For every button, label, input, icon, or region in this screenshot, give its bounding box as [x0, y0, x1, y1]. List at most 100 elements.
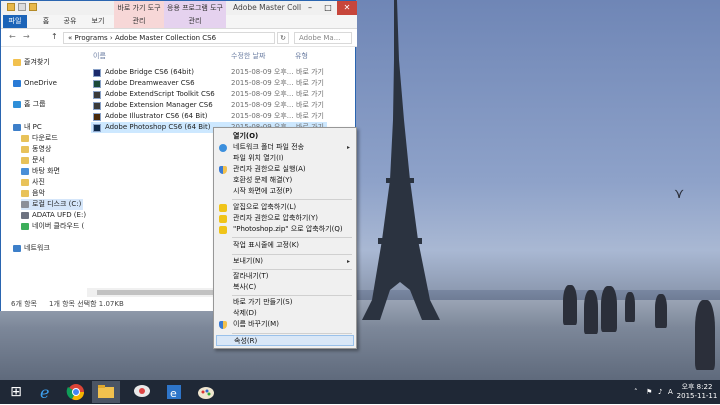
taskbar-chrome[interactable]	[62, 381, 90, 403]
file-name: Adobe Dreamweaver CS6	[105, 79, 195, 87]
tab-manage-shortcut[interactable]: 관리	[114, 15, 164, 28]
nav-item-label: 즐겨찾기	[24, 58, 50, 66]
address-bar-row: ← → ↑ « Programs › Adobe Master Collecti…	[1, 29, 357, 47]
speaker-icon[interactable]: ♪	[658, 380, 662, 404]
start-button[interactable]: ⊞	[4, 381, 28, 403]
file-date: 2015-08-09 오후...	[231, 101, 294, 109]
tab-manage-app[interactable]: 관리	[164, 15, 226, 28]
table-row[interactable]: Adobe ExtendScript Toolkit CS6 2015-08-09…	[91, 89, 327, 100]
forward-button[interactable]: →	[23, 32, 30, 41]
nav-item-label: 로컬 디스크 (C:)	[32, 200, 82, 208]
wallpaper-person	[584, 290, 598, 334]
tray-show-hidden-icons[interactable]: ˄	[634, 380, 638, 404]
taskbar-internet-explorer[interactable]: e	[32, 381, 60, 403]
nav-item-network[interactable]: 네트워크	[13, 243, 50, 254]
chrome-icon	[66, 384, 85, 401]
nav-item-pictures[interactable]: 사진	[21, 177, 45, 188]
file-type: 바로 가기	[296, 101, 324, 109]
menu-item-label: 잘라내기(T)	[233, 272, 269, 280]
flag-icon[interactable]: ⚑	[646, 380, 652, 404]
up-button[interactable]: ↑	[51, 32, 58, 41]
tab-view[interactable]: 보기	[89, 15, 107, 28]
new-folder-icon[interactable]	[29, 3, 37, 11]
taskbar-file-explorer[interactable]	[92, 381, 120, 403]
nav-item-documents[interactable]: 문서	[21, 155, 45, 166]
menu-item-run-as-admin[interactable]: 관리자 권한으로 실행(A)	[216, 164, 354, 175]
menu-item-rename[interactable]: 이름 바꾸기(M)	[216, 319, 354, 330]
clock[interactable]: 오후 8:22 2015-11-11	[676, 383, 718, 401]
refresh-button[interactable]: ↻	[277, 32, 289, 44]
menu-item-delete[interactable]: 삭제(D)	[216, 308, 354, 319]
nav-item-downloads[interactable]: 다운로드	[21, 133, 58, 144]
tab-home[interactable]: 홈	[39, 15, 53, 28]
selection-info: 1개 항목 선택함 1.07KB	[49, 300, 124, 308]
window-title: Adobe Master Coll	[233, 3, 302, 12]
back-button[interactable]: ←	[9, 32, 16, 41]
search-input[interactable]: Adobe Ma...	[294, 32, 352, 44]
dreamweaver-app-icon	[93, 80, 101, 88]
nav-item-usb-drive[interactable]: ADATA UFD (E:)	[21, 210, 86, 221]
table-row[interactable]: Adobe Bridge CS6 (64bit) 2015-08-09 오후...…	[91, 67, 327, 78]
nav-item-desktop[interactable]: 바탕 화면	[21, 166, 60, 177]
menu-item-pin-to-taskbar[interactable]: 작업 표시줄에 고정(K)	[216, 240, 354, 251]
nav-item-label: 다운로드	[32, 134, 58, 142]
taskbar-alzip[interactable]: e	[160, 381, 188, 403]
breadcrumb[interactable]: « Programs › Adobe Master Collection CS6	[63, 32, 275, 44]
menu-item-label: 속성(R)	[234, 337, 258, 345]
menu-item-alzip-admin-compress[interactable]: 관리자 권한으로 압축하기(Y)	[216, 213, 354, 224]
close-icon: ✕	[343, 3, 351, 12]
nav-item-onedrive[interactable]: OneDrive	[13, 78, 57, 89]
context-menu: 열기(O) 네트워크 폴더 파일 전송 ▸ 파일 위치 열기(I) 관리자 권한으…	[213, 127, 357, 349]
nav-item-homegroup[interactable]: 홈 그룹	[13, 99, 46, 110]
menu-item-network-transfer[interactable]: 네트워크 폴더 파일 전송 ▸	[216, 142, 354, 153]
nav-item-favorites[interactable]: 즐겨찾기	[13, 57, 50, 68]
menu-item-label: 파일 위치 열기(I)	[233, 154, 284, 162]
ime-indicator[interactable]: A	[668, 380, 673, 404]
scrollbar-thumb[interactable]	[97, 290, 223, 295]
column-header-type[interactable]: 유형	[295, 51, 308, 61]
eiffel-tower-silhouette	[362, 0, 440, 320]
wallpaper-person	[695, 300, 715, 370]
bird-silhouette: ⋎	[674, 186, 685, 202]
nav-item-this-pc[interactable]: 내 PC	[13, 122, 42, 133]
column-header-date[interactable]: 수정한 날짜	[231, 51, 265, 61]
menu-item-send-to[interactable]: 보내기(N) ▸	[216, 256, 354, 267]
folder-icon[interactable]	[7, 3, 15, 11]
menu-item-create-shortcut[interactable]: 바로 가기 만들기(S)	[216, 297, 354, 308]
file-name: Adobe Photoshop CS6 (64 Bit)	[105, 123, 211, 131]
minimize-button[interactable]: –	[301, 1, 319, 15]
clock-date: 2015-11-11	[676, 392, 718, 400]
desktop-folder-icon	[21, 167, 29, 175]
menu-item-open[interactable]: 열기(O)	[216, 131, 354, 142]
properties-icon[interactable]	[18, 3, 26, 11]
menu-item-alzip-compress[interactable]: 알집으로 압축하기(L)	[216, 202, 354, 213]
extension-manager-app-icon	[93, 102, 101, 110]
menu-item-label: 열기(O)	[233, 132, 259, 140]
nav-item-music[interactable]: 음악	[21, 188, 45, 199]
tab-share[interactable]: 공유	[61, 15, 79, 28]
tab-file[interactable]: 파일	[3, 15, 27, 28]
menu-item-compress-to-zip[interactable]: "Photoshop.zip" 으로 압축하기(Q)	[216, 224, 354, 235]
nav-item-videos[interactable]: 동영상	[21, 144, 51, 155]
taskbar-paint[interactable]	[192, 381, 220, 403]
table-row[interactable]: Adobe Extension Manager CS6 2015-08-09 오후…	[91, 100, 327, 111]
menu-item-cut[interactable]: 잘라내기(T)	[216, 271, 354, 282]
navigation-pane: 즐겨찾기 OneDrive 홈 그룹 내 PC 다운로드 동영상 문서 바탕 화…	[1, 47, 86, 297]
nav-item-local-disk[interactable]: 로컬 디스크 (C:)	[21, 199, 83, 210]
menu-item-troubleshoot-compatibility[interactable]: 호환성 문제 해결(Y)	[216, 175, 354, 186]
illustrator-app-icon	[93, 113, 101, 121]
close-button[interactable]: ✕	[337, 1, 357, 15]
minimize-icon: –	[308, 3, 312, 12]
alzip-icon: e	[167, 385, 181, 400]
menu-item-properties[interactable]: 속성(R)	[216, 335, 354, 346]
menu-item-pin-to-start[interactable]: 시작 화면에 고정(P)	[216, 186, 354, 197]
menu-item-copy[interactable]: 복사(C)	[216, 282, 354, 293]
table-row[interactable]: Adobe Dreamweaver CS6 2015-08-09 오후... 바로 …	[91, 78, 327, 89]
taskbar-messenger[interactable]	[128, 381, 156, 403]
menu-item-open-file-location[interactable]: 파일 위치 열기(I)	[216, 153, 354, 164]
table-row[interactable]: Adobe Illustrator CS6 (64 Bit) 2015-08-09…	[91, 111, 327, 122]
nav-item-label: OneDrive	[24, 79, 57, 87]
nav-item-naver-cloud[interactable]: 네이버 클라우드 (	[21, 221, 84, 232]
maximize-button[interactable]: □	[319, 1, 337, 15]
column-header-name[interactable]: 이름	[93, 51, 106, 61]
